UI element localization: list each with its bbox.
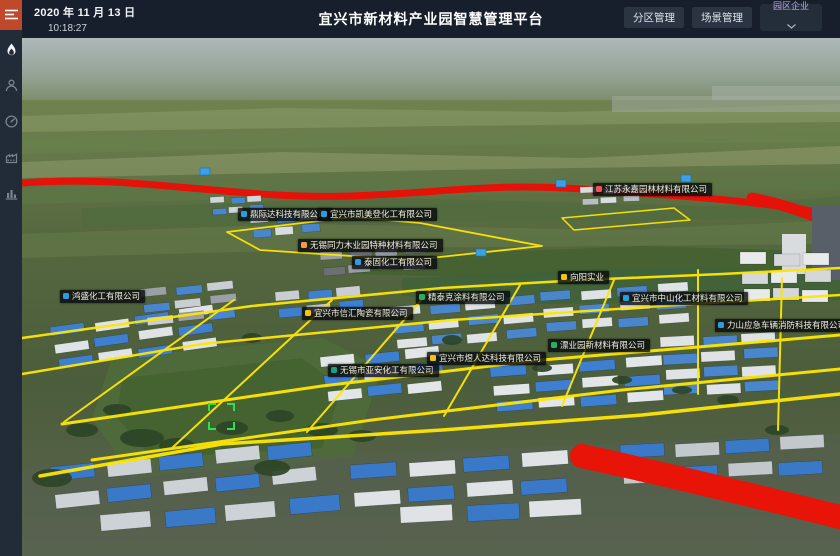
map-company-label[interactable]: 泰固化工有限公司 bbox=[352, 256, 437, 269]
park-enterprise-dropdown[interactable]: 园区企业 bbox=[760, 4, 822, 31]
company-label-text: 向阳实业 bbox=[570, 273, 604, 282]
sidebar-item-statistics[interactable] bbox=[0, 180, 22, 210]
company-label-text: 江苏永嘉园林材料有限公司 bbox=[605, 185, 707, 194]
sidebar-item-fire-monitor[interactable] bbox=[0, 36, 22, 66]
company-marker-icon bbox=[419, 294, 425, 300]
map-company-label[interactable]: 力山应急车辆消防科技有限公司 bbox=[715, 319, 840, 332]
company-label-text: 宜兴市煜人达科技有限公司 bbox=[439, 354, 541, 363]
map-company-label[interactable]: 鸿盛化工有限公司 bbox=[60, 290, 145, 303]
company-marker-icon bbox=[331, 367, 337, 373]
company-marker-icon bbox=[551, 342, 557, 348]
map-company-label[interactable]: 宜兴市煜人达科技有限公司 bbox=[427, 352, 546, 365]
bar-chart-icon bbox=[5, 187, 18, 203]
chevron-down-icon bbox=[787, 16, 796, 34]
user-icon bbox=[5, 79, 18, 95]
company-marker-icon bbox=[63, 293, 69, 299]
company-label-text: 无锡市亚安化工有限公司 bbox=[340, 366, 434, 375]
company-label-text: 鼎际达科技有限公司 bbox=[250, 210, 327, 219]
menu-toggle-button[interactable] bbox=[0, 0, 22, 30]
company-label-text: 漂业园新材料有限公司 bbox=[560, 341, 645, 350]
map-company-label[interactable]: 宜兴市信汇陶瓷有限公司 bbox=[302, 307, 413, 320]
company-marker-icon bbox=[596, 186, 602, 192]
company-marker-icon bbox=[561, 274, 567, 280]
map-3d-view[interactable]: 鼎际达科技有限公司宜兴市凯美登化工有限公司无锡同力木业园特种材料有限公司泰固化工… bbox=[22, 38, 840, 556]
dropdown-label: 园区企业 bbox=[773, 2, 809, 11]
company-label-text: 宜兴市信汇陶瓷有限公司 bbox=[314, 309, 408, 318]
company-label-text: 无锡同力木业园特种材料有限公司 bbox=[310, 241, 438, 250]
header: 2020 年 11 月 13 日 10:18:27 宜兴市新材料产业园智慧管理平… bbox=[22, 0, 840, 38]
datetime-block: 2020 年 11 月 13 日 10:18:27 bbox=[34, 4, 135, 34]
map-company-label[interactable]: 向阳实业 bbox=[558, 271, 609, 284]
menu-icon bbox=[5, 8, 18, 23]
scene-management-button[interactable]: 场景管理 bbox=[692, 7, 752, 28]
map-company-label[interactable]: 宜兴市中山化工材料有限公司 bbox=[620, 292, 748, 305]
flame-icon bbox=[5, 43, 18, 60]
header-actions: 分区管理 场景管理 园区企业 bbox=[624, 0, 822, 38]
time-label: 10:18:27 bbox=[48, 23, 135, 34]
company-marker-icon bbox=[355, 259, 361, 265]
company-marker-icon bbox=[321, 211, 327, 217]
map-company-label[interactable]: 无锡市亚安化工有限公司 bbox=[328, 364, 439, 377]
company-label-text: 泰固化工有限公司 bbox=[364, 258, 432, 267]
company-marker-icon bbox=[718, 322, 724, 328]
company-label-text: 精泰克涂料有限公司 bbox=[428, 293, 505, 302]
company-label-text: 宜兴市凯美登化工有限公司 bbox=[330, 210, 432, 219]
map-company-label[interactable]: 漂业园新材料有限公司 bbox=[548, 339, 650, 352]
map-company-label[interactable]: 无锡同力木业园特种材料有限公司 bbox=[298, 239, 443, 252]
sidebar bbox=[0, 0, 22, 556]
sidebar-item-personnel[interactable] bbox=[0, 72, 22, 102]
company-marker-icon bbox=[430, 355, 436, 361]
zone-management-button[interactable]: 分区管理 bbox=[624, 7, 684, 28]
date-label: 2020 年 11 月 13 日 bbox=[34, 4, 135, 20]
company-marker-icon bbox=[241, 211, 247, 217]
map-company-label[interactable]: 江苏永嘉园林材料有限公司 bbox=[593, 183, 712, 196]
app-window: 2020 年 11 月 13 日 10:18:27 宜兴市新材料产业园智慧管理平… bbox=[0, 0, 840, 556]
sidebar-item-monitor-gauge[interactable] bbox=[0, 108, 22, 138]
company-marker-icon bbox=[301, 242, 307, 248]
gauge-icon bbox=[5, 115, 18, 131]
company-label-text: 宜兴市中山化工材料有限公司 bbox=[632, 294, 743, 303]
company-marker-icon bbox=[305, 310, 311, 316]
company-label-text: 力山应急车辆消防科技有限公司 bbox=[727, 321, 840, 330]
map-company-label[interactable]: 宜兴市凯美登化工有限公司 bbox=[318, 208, 437, 221]
factory-icon bbox=[5, 151, 18, 167]
company-marker-icon bbox=[623, 295, 629, 301]
company-label-text: 鸿盛化工有限公司 bbox=[72, 292, 140, 301]
sidebar-item-enterprise[interactable] bbox=[0, 144, 22, 174]
map-company-label[interactable]: 精泰克涂料有限公司 bbox=[416, 291, 510, 304]
